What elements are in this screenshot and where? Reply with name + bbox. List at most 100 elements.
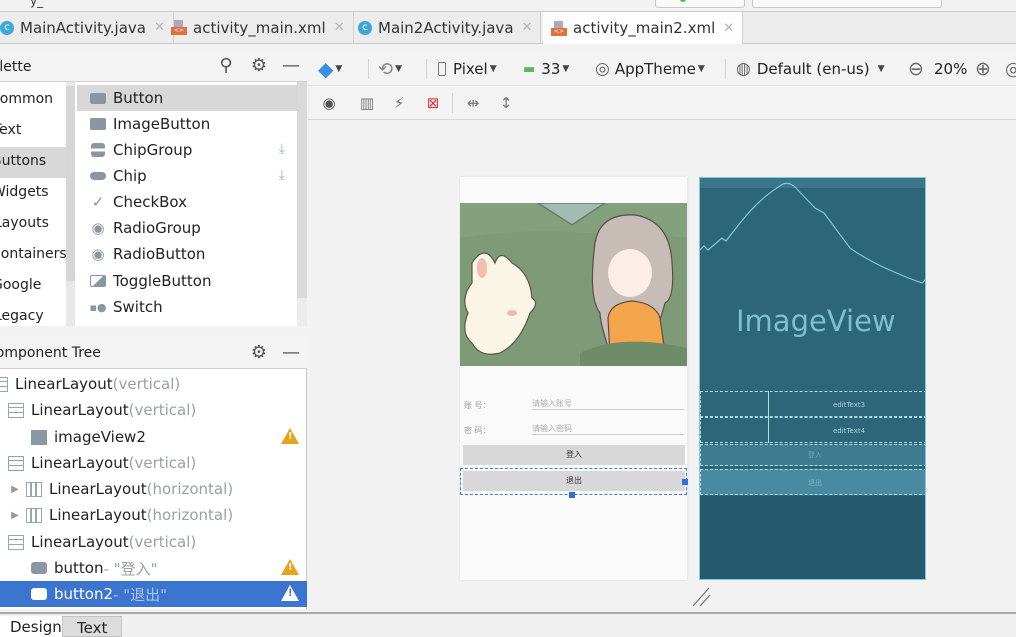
- account-input[interactable]: 请输入账号: [532, 398, 684, 410]
- node-name: LinearLayout: [31, 533, 129, 551]
- items-scrollbar-thumb[interactable]: [297, 82, 307, 298]
- api-level-dropdown[interactable]: ▬ 33 ▼: [523, 52, 569, 86]
- download-icon[interactable]: ⤓: [279, 167, 285, 183]
- zoom-fit-button[interactable]: ◎: [1005, 52, 1016, 86]
- palette-item-chipgroup[interactable]: ChipGroup ⤓: [77, 137, 297, 163]
- eye-icon[interactable]: ◉: [320, 94, 338, 112]
- zoom-level-label: 20%: [934, 60, 968, 78]
- gear-icon[interactable]: ⚙: [249, 56, 269, 76]
- palette-item-checkbox[interactable]: ✓ CheckBox: [77, 189, 297, 215]
- item-label: RadioButton: [113, 245, 206, 263]
- zoom-in-button[interactable]: ⊕: [975, 52, 991, 86]
- category-google[interactable]: Google: [0, 271, 66, 302]
- toggle-button-icon: [90, 274, 106, 288]
- category-text[interactable]: Text: [0, 116, 66, 147]
- tab-text[interactable]: Text: [62, 616, 123, 637]
- image-view-illustration[interactable]: [460, 203, 687, 366]
- item-label: Button: [113, 89, 164, 107]
- tree-node-linearlayout[interactable]: LinearLayout (vertical): [0, 450, 307, 476]
- vertical-layout-icon: [8, 534, 24, 550]
- resize-handle-bottom[interactable]: [569, 492, 575, 498]
- item-label: ToggleButton: [113, 272, 212, 290]
- download-icon[interactable]: ⤓: [279, 141, 285, 157]
- device-dropdown[interactable]: Pixel ▼: [438, 52, 497, 86]
- gear-icon[interactable]: ⚙: [249, 343, 269, 363]
- palette-item-togglebutton[interactable]: ToggleButton: [77, 268, 297, 294]
- tree-node-linearlayout-horizontal[interactable]: ▶ LinearLayout (horizontal): [0, 502, 307, 528]
- palette-item-switch[interactable]: ▪● Switch: [77, 294, 297, 320]
- resize-grip-icon[interactable]: [691, 584, 715, 608]
- close-icon[interactable]: ✕: [723, 21, 734, 36]
- login-button[interactable]: 登入: [463, 445, 685, 465]
- window-title-fragment: y_: [30, 0, 44, 8]
- warning-icon[interactable]: !: [281, 559, 299, 575]
- horizontal-layout-icon: [26, 481, 42, 497]
- category-layouts[interactable]: Layouts: [0, 209, 66, 240]
- category-buttons[interactable]: Buttons: [0, 147, 66, 178]
- blueprint-image-placeholder: [700, 182, 925, 284]
- category-containers[interactable]: Containers: [0, 240, 66, 271]
- palette-item-radiogroup[interactable]: ◉ RadioGroup: [77, 215, 297, 241]
- clear-constraints-icon[interactable]: ⊠: [424, 94, 442, 112]
- imageview-placeholder-label: ImageView: [736, 304, 896, 338]
- expand-arrow-icon[interactable]: ▶: [8, 510, 22, 521]
- pack-vertical-icon[interactable]: ↕: [497, 94, 515, 112]
- palette-item-button[interactable]: Button: [77, 85, 297, 111]
- tab-activity-main2-xml[interactable]: <> activity_main2.xml ✕: [543, 12, 744, 44]
- palette-header: Palette ⚲ ⚙ —: [0, 52, 307, 82]
- node-detail: - "退出": [113, 585, 168, 604]
- minimize-icon[interactable]: —: [281, 343, 301, 363]
- device-selector[interactable]: [752, 0, 942, 8]
- run-config-selector[interactable]: [655, 0, 745, 8]
- node-name: imageView2: [54, 428, 146, 446]
- pack-horizontal-icon[interactable]: ⇹: [464, 94, 482, 112]
- tab-main2activity-java[interactable]: c Main2Activity.java ✕: [350, 12, 542, 43]
- orientation-button[interactable]: ⟲ ▼: [378, 52, 402, 86]
- warning-icon[interactable]: !: [281, 428, 299, 444]
- tree-node-linearlayout[interactable]: LinearLayout (vertical): [0, 397, 307, 423]
- categories-scrollbar-thumb[interactable]: [66, 86, 75, 281]
- category-widgets[interactable]: Widgets: [0, 178, 66, 209]
- grid-columns-icon[interactable]: ▥: [358, 94, 376, 112]
- tree-node-linearlayout[interactable]: LinearLayout (vertical): [0, 529, 307, 555]
- node-detail: - "登入": [103, 559, 158, 578]
- category-common[interactable]: Common: [0, 85, 65, 116]
- expand-arrow-icon[interactable]: ▶: [8, 484, 22, 495]
- theme-dropdown[interactable]: ◎ AppTheme ▼: [595, 52, 705, 86]
- illustration-image: [460, 203, 687, 366]
- tree-node-root-linearlayout[interactable]: LinearLayout (vertical): [0, 371, 307, 397]
- tree-node-imageview2[interactable]: imageView2 !: [0, 424, 307, 450]
- password-input[interactable]: 请输入密码: [532, 423, 684, 435]
- tree-node-linearlayout-horizontal[interactable]: ▶ LinearLayout (horizontal): [0, 476, 307, 502]
- checkbox-icon: ✓: [91, 193, 105, 211]
- tab-activity-main-xml[interactable]: <> activity_main.xml ✕: [163, 12, 354, 43]
- category-legacy[interactable]: Legacy: [0, 302, 66, 326]
- search-icon[interactable]: ⚲: [216, 56, 236, 76]
- item-label: Switch: [113, 298, 163, 316]
- design-preview-screen[interactable]: 账 号： 请输入账号 密 码： 请输入密码 登入 退出: [460, 177, 688, 580]
- palette-item-chip[interactable]: Chip ⤓: [77, 163, 297, 189]
- title-strip: y_: [0, 0, 1016, 12]
- minimize-icon[interactable]: —: [281, 56, 301, 76]
- tab-mainactivity-java[interactable]: c MainActivity.java ✕: [0, 12, 174, 43]
- device-label: Pixel: [453, 60, 488, 78]
- globe-icon: ◍: [736, 59, 751, 79]
- blueprint-row-password[interactable]: [700, 417, 925, 443]
- palette-item-radiobutton[interactable]: ◉ RadioButton: [77, 241, 297, 267]
- radio-button-icon: ◉: [91, 245, 105, 263]
- tree-node-button[interactable]: button - "登入" !: [0, 555, 307, 581]
- warning-icon[interactable]: !: [281, 585, 299, 601]
- palette-items: Button ImageButton ChipGroup ⤓ Chip ⤓ ✓ …: [77, 82, 297, 326]
- resize-handle-right[interactable]: [682, 479, 688, 485]
- autoconnect-off-icon[interactable]: ⚡: [390, 94, 408, 112]
- blueprint-row-account[interactable]: [700, 391, 925, 417]
- close-icon[interactable]: ✕: [334, 20, 345, 35]
- palette-item-imagebutton[interactable]: ImageButton: [77, 111, 297, 137]
- blueprint-screen[interactable]: ImageView editText3 editText4 登入 退出: [699, 177, 926, 580]
- locale-dropdown[interactable]: ◍ Default (en-us) ▼: [736, 52, 885, 86]
- close-icon[interactable]: ✕: [522, 20, 533, 35]
- layers-icon: ◆: [318, 57, 334, 81]
- tree-node-button2[interactable]: button2- "退出" !: [0, 581, 307, 607]
- zoom-out-button[interactable]: ⊖: [908, 52, 924, 86]
- design-surface-button[interactable]: ◆ ▼: [318, 52, 342, 86]
